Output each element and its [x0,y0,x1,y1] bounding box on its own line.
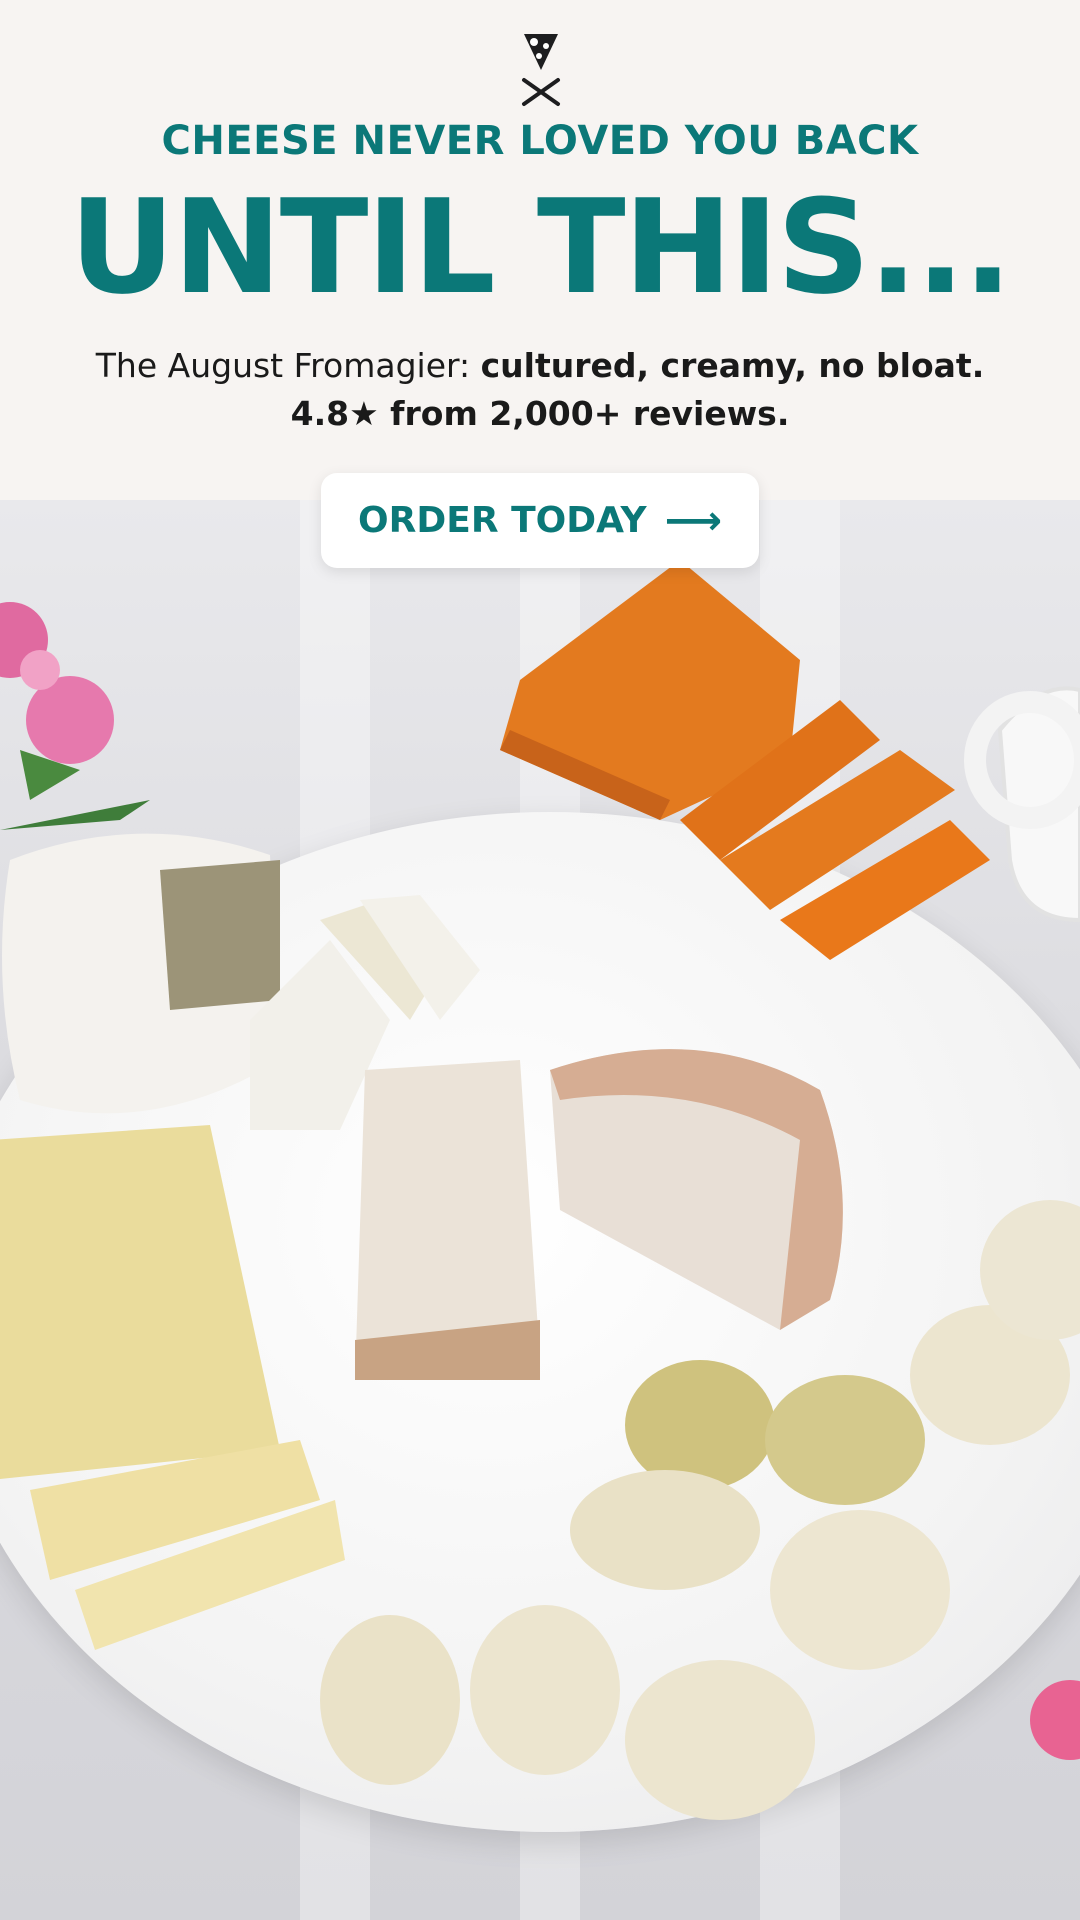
description-highlight: cultured, creamy, no bloat. [480,346,985,385]
hero-section: CHEESE NEVER LOVED YOU BACK UNTIL THIS..… [0,0,1080,500]
arrow-right-icon: ⟶ [664,497,722,544]
pizza-slice-crossed-knife-fork-icon [522,34,560,106]
headline: UNTIL THIS... [69,171,1012,323]
product-description: The August Fromagier: cultured, creamy, … [0,346,1080,385]
order-today-label: ORDER TODAY [358,500,647,541]
description-intro: The August Fromagier: [95,346,481,385]
cheese-illustration [0,560,1080,1820]
cheese-board-photo [0,500,1080,1920]
tagline: CHEESE NEVER LOVED YOU BACK [161,118,919,164]
order-today-button[interactable]: ORDER TODAY ⟶ [321,473,759,568]
flower-icon [0,602,150,830]
rating-line: 4.8★ from 2,000+ reviews. [290,394,790,433]
